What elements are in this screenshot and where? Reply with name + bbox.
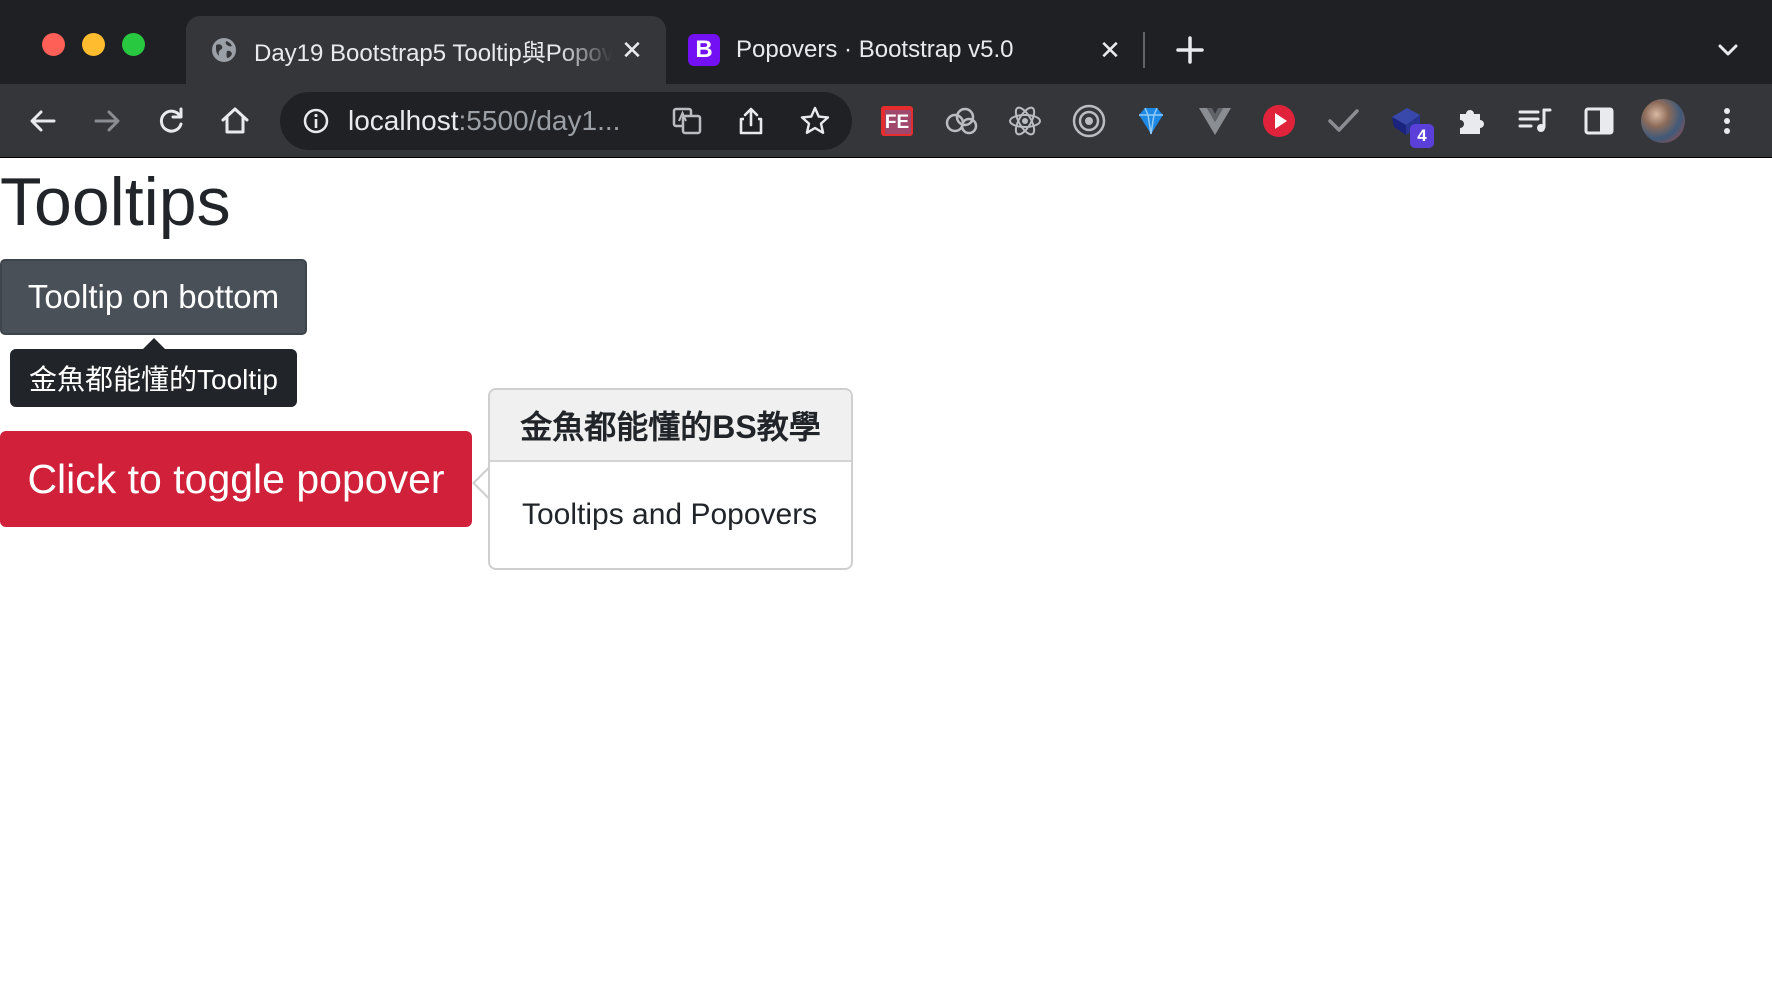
profile-avatar[interactable] xyxy=(1641,99,1685,143)
arrow-right-icon xyxy=(94,110,120,132)
fe-extension-icon[interactable]: FE xyxy=(876,100,918,142)
share-icon xyxy=(739,107,763,135)
zoom-window-button[interactable] xyxy=(122,33,145,56)
tooltip-text: 金魚都能懂的Tooltip xyxy=(29,364,278,395)
back-button[interactable] xyxy=(24,102,62,140)
home-button[interactable] xyxy=(216,102,254,140)
globe-icon xyxy=(212,38,236,62)
translate-button[interactable] xyxy=(668,102,706,140)
tab-title: Day19 Bootstrap5 Tooltip與Popovers xyxy=(254,39,612,67)
react-devtools-icon[interactable] xyxy=(1004,100,1046,142)
star-icon xyxy=(800,106,830,134)
close-tab-icon[interactable]: ✕ xyxy=(612,35,652,66)
checkmark-extension-icon[interactable] xyxy=(1322,100,1364,142)
more-menu-icon[interactable] xyxy=(1706,100,1748,142)
minimize-window-button[interactable] xyxy=(82,33,105,56)
tab-separator xyxy=(1143,32,1145,68)
home-icon xyxy=(221,107,249,134)
tooltip: 金魚都能懂的Tooltip xyxy=(10,349,297,407)
browser-toolbar: localhost:5500/day1... FE 4 xyxy=(0,84,1772,158)
new-tab-icon[interactable] xyxy=(1170,30,1210,70)
info-icon[interactable] xyxy=(302,107,330,135)
reload-button[interactable] xyxy=(152,102,190,140)
gem-extension-icon[interactable] xyxy=(1130,100,1172,142)
url-host: localhost xyxy=(348,105,459,136)
popover: 金魚都能懂的BS教學 Tooltips and Popovers xyxy=(488,388,853,570)
address-bar[interactable]: localhost:5500/day1... xyxy=(280,92,852,150)
reading-list-icon[interactable] xyxy=(1514,100,1556,142)
reload-icon xyxy=(159,107,183,133)
close-tab-icon[interactable]: ✕ xyxy=(1090,35,1130,66)
extension-badge: 4 xyxy=(1410,124,1434,148)
close-window-button[interactable] xyxy=(42,33,65,56)
tab-title: Popovers · Bootstrap v5.0 xyxy=(736,36,1014,63)
cloud-extension-icon[interactable] xyxy=(940,100,982,142)
bookmark-button[interactable] xyxy=(796,102,834,140)
url-path: :5500/day1... xyxy=(458,105,621,136)
vue-devtools-icon[interactable] xyxy=(1194,100,1236,142)
tooltip-on-bottom-button[interactable]: Tooltip on bottom xyxy=(0,259,307,335)
toggle-popover-button[interactable]: Click to toggle popover xyxy=(0,431,472,527)
browser-titlebar: Day19 Bootstrap5 Tooltip與Popovers ✕ B Po… xyxy=(0,0,1772,84)
tooltip-arrow xyxy=(143,338,165,349)
forward-button[interactable] xyxy=(88,102,126,140)
bootstrap-icon: B xyxy=(688,34,720,66)
tab-popovers-bootstrap[interactable]: B Popovers · Bootstrap v5.0 ✕ xyxy=(668,16,1144,84)
target-extension-icon[interactable] xyxy=(1068,100,1110,142)
puzzle-extensions-icon[interactable] xyxy=(1450,100,1492,142)
page-title: Tooltips xyxy=(0,164,231,240)
popover-body: Tooltips and Popovers xyxy=(522,498,818,531)
popover-arrow-inner xyxy=(475,469,489,497)
play-extension-icon[interactable] xyxy=(1258,100,1300,142)
svg-text:FE: FE xyxy=(885,112,909,133)
side-panel-icon[interactable] xyxy=(1578,100,1620,142)
url-text[interactable]: localhost:5500/day1... xyxy=(348,105,620,137)
translate-icon xyxy=(672,107,702,135)
popover-header: 金魚都能懂的BS教學 xyxy=(490,390,851,462)
arrow-left-icon xyxy=(30,110,56,132)
share-button[interactable] xyxy=(732,102,770,140)
tab-day19-bootstrap[interactable]: Day19 Bootstrap5 Tooltip與Popovers ✕ xyxy=(186,16,666,84)
chevron-down-icon[interactable] xyxy=(1710,34,1746,66)
